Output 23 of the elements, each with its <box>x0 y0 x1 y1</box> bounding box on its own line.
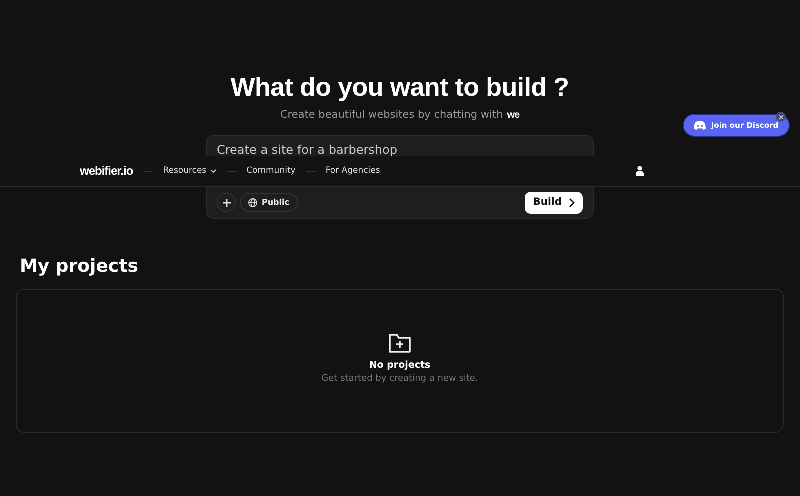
build-button[interactable]: Build <box>525 192 583 214</box>
nav-link[interactable]: Resources <box>163 166 217 176</box>
empty-text: Get started by creating a new site. <box>322 374 478 384</box>
add-button[interactable] <box>217 193 236 212</box>
section-title: My projects <box>20 256 138 277</box>
nav-link[interactable]: Community <box>246 166 296 176</box>
gamepad-icon <box>694 121 706 130</box>
logo[interactable]: webifier.io <box>80 164 134 178</box>
user-icon[interactable] <box>636 166 644 176</box>
plus-icon <box>222 198 232 208</box>
chevron-right-icon <box>568 198 575 208</box>
close-icon <box>778 114 784 120</box>
close-button[interactable] <box>776 112 786 122</box>
empty-title: No projects <box>369 360 431 371</box>
nav-link[interactable]: For Agencies <box>326 166 380 176</box>
subtitle: Create beautiful websites by chatting with <box>280 109 504 121</box>
globe-icon <box>248 198 258 208</box>
prompt-text[interactable]: Create a site for a barbershop <box>217 143 583 157</box>
brand-logo: we <box>507 110 520 120</box>
prompt-field[interactable]: Create a site for a barbershop <box>206 135 594 156</box>
page-title: What do you want to build ? <box>230 72 570 103</box>
folder-plus-icon <box>388 332 412 354</box>
visibility-button[interactable]: Public <box>240 193 298 212</box>
